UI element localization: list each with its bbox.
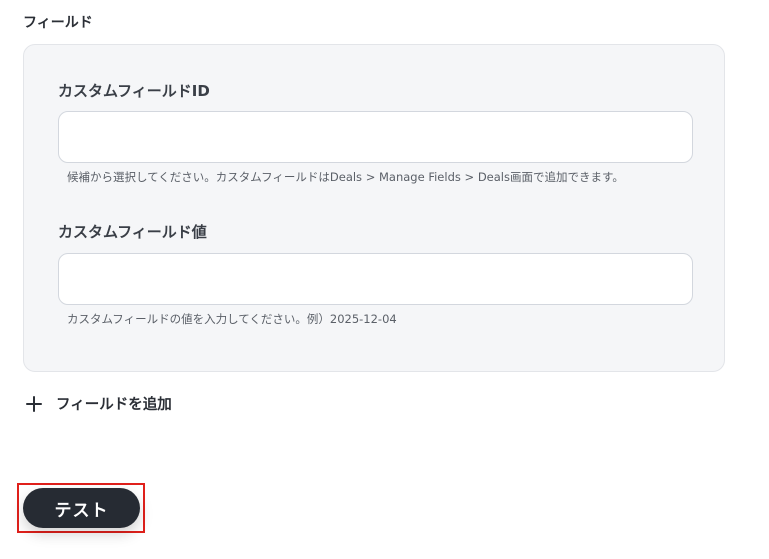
- plus-icon: [25, 395, 43, 413]
- section-title: フィールド: [23, 15, 93, 31]
- test-button[interactable]: テスト: [23, 488, 140, 528]
- custom-field-value-help: カスタムフィールドの値を入力してください。例）2025-12-04: [67, 312, 397, 326]
- custom-field-value-label: カスタムフィールド値: [58, 223, 207, 241]
- custom-field-id-label: カスタムフィールドID: [58, 82, 210, 100]
- custom-field-id-help: 候補から選択してください。カスタムフィールドはDeals > Manage Fi…: [67, 170, 624, 184]
- field-card: カスタムフィールドID 候補から選択してください。カスタムフィールドはDeals…: [23, 44, 725, 372]
- custom-field-value-input[interactable]: [58, 253, 693, 305]
- add-field-label: フィールドを追加: [56, 397, 172, 413]
- custom-field-id-input[interactable]: [58, 111, 693, 163]
- add-field-button[interactable]: フィールドを追加: [25, 393, 172, 414]
